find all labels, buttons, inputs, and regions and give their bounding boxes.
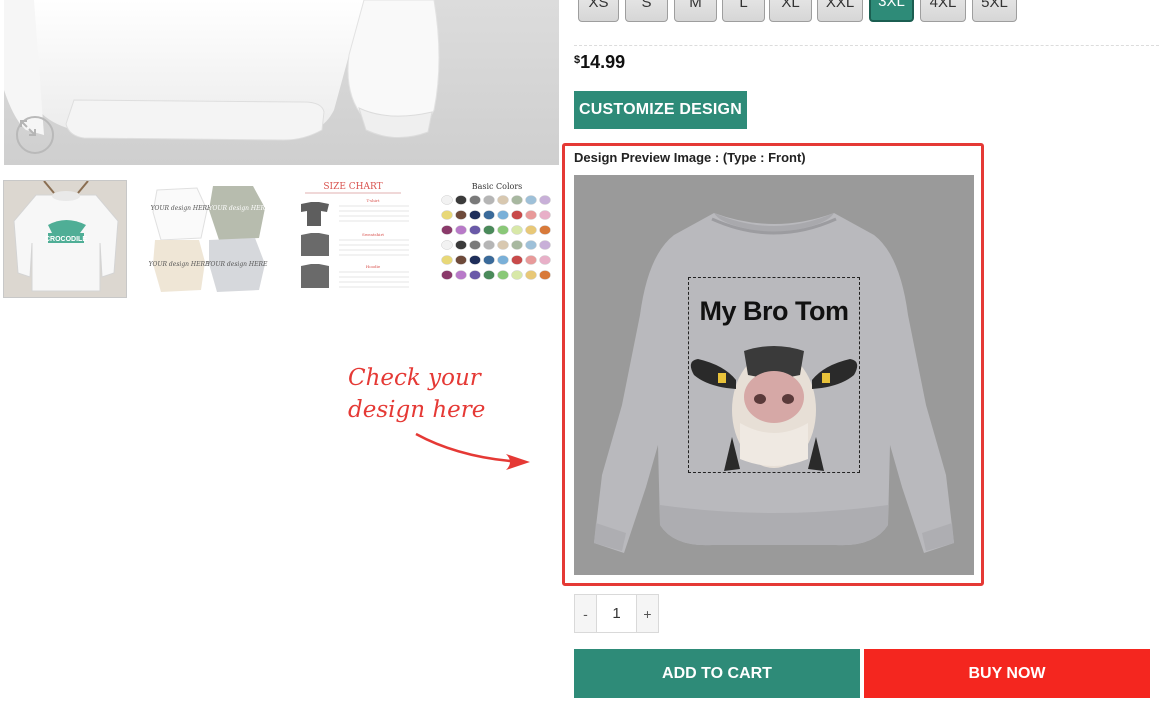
- color-swatch: [483, 255, 495, 265]
- size-chart-section-sweatshirt: Sweatshirt: [362, 232, 384, 237]
- color-swatch: [441, 240, 453, 250]
- color-swatch: [497, 255, 509, 265]
- price-amount: 14.99: [580, 52, 626, 72]
- color-swatch: [539, 255, 551, 265]
- quantity-input[interactable]: [597, 595, 636, 632]
- color-swatch: [469, 255, 481, 265]
- color-swatch: [525, 210, 537, 220]
- color-swatch: [483, 225, 495, 235]
- main-product-image[interactable]: [4, 0, 559, 165]
- color-swatch: [469, 210, 481, 220]
- color-swatch: [539, 240, 551, 250]
- quantity-stepper: - +: [574, 594, 659, 633]
- quantity-decrease-button[interactable]: -: [575, 595, 597, 632]
- color-swatch: [525, 240, 537, 250]
- annotation-line-2: design here: [348, 397, 486, 423]
- expand-icon: [20, 120, 36, 136]
- buy-now-button[interactable]: BUY NOW: [864, 649, 1150, 698]
- size-option-3xl[interactable]: 3XL: [869, 0, 914, 22]
- color-swatch: [511, 240, 523, 250]
- color-swatch: [455, 255, 467, 265]
- thumbnail-crocodile-sweatshirt[interactable]: CROCODILE: [3, 180, 127, 298]
- color-swatch: [441, 195, 453, 205]
- color-swatch: [539, 270, 551, 280]
- design-hint-annotation: Check your design here: [348, 362, 548, 426]
- customize-design-button[interactable]: CUSTOMIZE DESIGN: [574, 91, 747, 129]
- color-swatch: [511, 195, 523, 205]
- thumbnail-design-mockups[interactable]: YOUR design HERE YOUR design HERE YOUR d…: [147, 180, 271, 298]
- size-option-s[interactable]: S: [625, 0, 668, 22]
- design-preview-image: My Bro Tom: [574, 175, 974, 575]
- color-swatch: [483, 240, 495, 250]
- size-option-xxl[interactable]: XXL: [817, 0, 863, 22]
- color-swatch: [539, 210, 551, 220]
- size-chart-section-hoodie: Hoodie: [366, 264, 381, 269]
- color-swatch: [455, 225, 467, 235]
- color-swatch: [469, 240, 481, 250]
- size-chart-section-tshirt: T-shirt: [367, 198, 380, 203]
- color-swatch: [525, 255, 537, 265]
- color-swatch: [511, 255, 523, 265]
- color-swatch: [455, 240, 467, 250]
- design-print-area: My Bro Tom: [688, 277, 860, 473]
- color-swatch: [469, 225, 481, 235]
- color-swatch: [483, 210, 495, 220]
- color-swatch: [497, 225, 509, 235]
- color-swatch: [497, 195, 509, 205]
- crocodile-print-text: CROCODILE: [45, 236, 87, 243]
- size-option-xl[interactable]: XL: [769, 0, 812, 22]
- mockup-text-1: YOUR design HERE: [151, 205, 212, 212]
- color-swatch: [539, 225, 551, 235]
- size-option-xs[interactable]: XS: [578, 0, 619, 22]
- basic-colors-title: Basic Colors: [472, 182, 523, 191]
- color-swatch: [497, 270, 509, 280]
- color-swatch: [539, 195, 551, 205]
- color-swatch: [441, 225, 453, 235]
- color-swatch: [441, 255, 453, 265]
- color-swatch: [455, 270, 467, 280]
- design-custom-text: My Bro Tom: [699, 296, 850, 326]
- divider: [574, 45, 1159, 46]
- pointer-arrow-icon: [415, 432, 530, 470]
- size-option-l[interactable]: L: [722, 0, 765, 22]
- mockup-text-3: YOUR design HERE: [149, 261, 210, 268]
- size-option-4xl[interactable]: 4XL: [920, 0, 966, 22]
- product-price: $14.99: [574, 52, 625, 73]
- price-currency: $: [574, 54, 581, 66]
- annotation-line-1: Check your: [348, 365, 481, 391]
- thumbnail-basic-colors[interactable]: Basic Colors: [435, 180, 559, 298]
- mockup-text-4: YOUR design HERE: [207, 261, 268, 268]
- color-swatch: [525, 225, 537, 235]
- color-swatch: [497, 240, 509, 250]
- color-swatch: [483, 195, 495, 205]
- color-swatch: [511, 225, 523, 235]
- color-swatch: [441, 210, 453, 220]
- add-to-cart-button[interactable]: ADD TO CART: [574, 649, 860, 698]
- color-swatch: [511, 270, 523, 280]
- color-swatch: [455, 210, 467, 220]
- color-swatch: [469, 270, 481, 280]
- color-swatch: [511, 210, 523, 220]
- mockup-text-2: YOUR design HERE: [209, 205, 270, 212]
- quantity-increase-button[interactable]: +: [636, 595, 658, 632]
- color-swatch: [483, 270, 495, 280]
- size-chart-title: SIZE CHART: [323, 182, 382, 192]
- color-swatch: [497, 210, 509, 220]
- thumbnail-gallery: CROCODILE YOUR design HERE YOUR design H…: [3, 180, 559, 300]
- color-swatch: [525, 195, 537, 205]
- color-swatch: [441, 270, 453, 280]
- zoom-button[interactable]: [16, 116, 54, 154]
- sweatshirt-photo: [4, 0, 440, 141]
- color-swatch: [455, 195, 467, 205]
- size-option-m[interactable]: M: [674, 0, 717, 22]
- color-swatch: [525, 270, 537, 280]
- color-swatch: [469, 195, 481, 205]
- thumbnail-size-chart[interactable]: SIZE CHART T-shirt Sweatshirt Hoodie: [291, 180, 415, 298]
- preview-label: Design Preview Image : (Type : Front): [574, 150, 806, 165]
- size-option-5xl[interactable]: 5XL: [972, 0, 1017, 22]
